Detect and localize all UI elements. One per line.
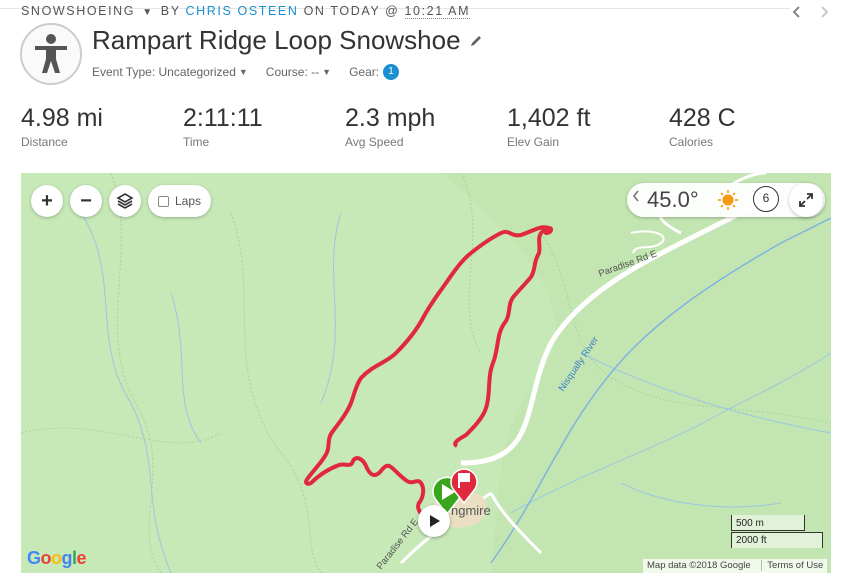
playback-button[interactable] (418, 505, 450, 537)
stat-label: Elev Gain (507, 135, 560, 149)
stat-time: 2:11:11 Time (183, 103, 345, 149)
sun-icon (718, 190, 738, 210)
stat-avg-speed: 2.3 mph Avg Speed (345, 103, 507, 149)
gear-count-badge: 1 (383, 64, 400, 80)
sun-angle-value: 45.0° (647, 187, 699, 212)
google-logo[interactable]: Google (27, 548, 87, 569)
stat-value: 4.98 mi (21, 104, 103, 132)
route-map[interactable]: Paradise Rd E Nisqually River Paradise R… (21, 173, 831, 573)
map-scale-bar: 500 m 2000 ft (731, 515, 823, 549)
map-data-credit: Map data ©2018 Google (647, 560, 751, 571)
laps-toggle[interactable]: Laps (148, 185, 212, 217)
stat-label: Calories (669, 135, 714, 149)
flag-marker-icon (450, 468, 478, 505)
course-dropdown[interactable]: Course: -- ▼ (266, 65, 331, 79)
zoom-out-button[interactable]: − (70, 185, 102, 217)
scale-metric: 500 m (731, 515, 805, 531)
course-caret-icon: ▼ (322, 67, 332, 77)
stat-value: 1,402 ft (507, 104, 591, 132)
activity-type-avatar (20, 23, 82, 85)
stat-elev-gain: 1,402 ft Elev Gain (507, 103, 669, 149)
course-label: Course: -- (265, 65, 320, 79)
activity-time[interactable]: 10:21 AM (404, 4, 471, 19)
event-type-dropdown[interactable]: Event Type: Uncategorized ▼ (92, 65, 248, 79)
pencil-edit-icon[interactable] (469, 34, 483, 48)
author-link[interactable]: CHRIS OSTEEN (186, 4, 299, 18)
stat-value: 428 C (669, 104, 736, 132)
activity-type-dropdown-icon[interactable]: ▼ (142, 7, 154, 18)
next-activity-button[interactable] (818, 3, 830, 24)
prev-activity-button[interactable] (791, 3, 803, 24)
layers-icon (116, 193, 134, 209)
stat-label: Time (183, 135, 210, 149)
gear-selector[interactable]: Gear: 1 (349, 64, 400, 80)
chevron-left-icon (632, 190, 639, 202)
title-row: Rampart Ridge Loop Snowshoe (92, 25, 483, 56)
activity-type[interactable]: SNOWSHOEING (21, 4, 135, 18)
play-icon (430, 515, 440, 527)
fullscreen-button[interactable] (789, 183, 823, 217)
time-of-day-clock[interactable]: 6 (753, 186, 779, 212)
finish-marker[interactable] (448, 465, 480, 510)
activity-stats: 4.98 mi Distance 2:11:11 Time 2.3 mph Av… (21, 103, 831, 149)
event-type-caret-icon: ▼ (238, 67, 248, 77)
chevron-right-icon (821, 6, 829, 18)
scale-imperial: 2000 ft (731, 532, 823, 548)
by-text: BY (160, 4, 181, 18)
gear-label: Gear: (349, 65, 380, 79)
on-text: ON TODAY @ (303, 4, 400, 18)
chevron-left-icon (792, 6, 800, 18)
laps-checkbox[interactable] (158, 195, 169, 207)
activity-title[interactable]: Rampart Ridge Loop Snowshoe (92, 25, 461, 56)
map-layers-button[interactable] (109, 185, 141, 217)
event-type-label: Event Type: Uncategorized (92, 65, 236, 79)
person-icon (35, 34, 67, 73)
stat-value: 2.3 mph (345, 104, 436, 132)
sun-panel-collapse-button[interactable] (632, 189, 640, 207)
stat-label: Distance (21, 135, 68, 149)
stat-label: Avg Speed (345, 135, 404, 149)
activity-byline: SNOWSHOEING ▼ BY CHRIS OSTEEN ON TODAY @… (21, 4, 471, 19)
terms-of-use-link[interactable]: Terms of Use (761, 560, 824, 571)
laps-label: Laps (175, 194, 202, 208)
activity-meta: Event Type: Uncategorized ▼ Course: -- ▼… (92, 64, 417, 80)
stat-calories: 428 C Calories (669, 103, 831, 149)
stat-value: 2:11:11 (183, 104, 263, 132)
stat-distance: 4.98 mi Distance (21, 103, 183, 149)
map-attribution: Map data ©2018 Google Terms of Use (643, 559, 828, 573)
expand-icon (799, 193, 813, 207)
zoom-in-button[interactable]: + (31, 185, 63, 217)
